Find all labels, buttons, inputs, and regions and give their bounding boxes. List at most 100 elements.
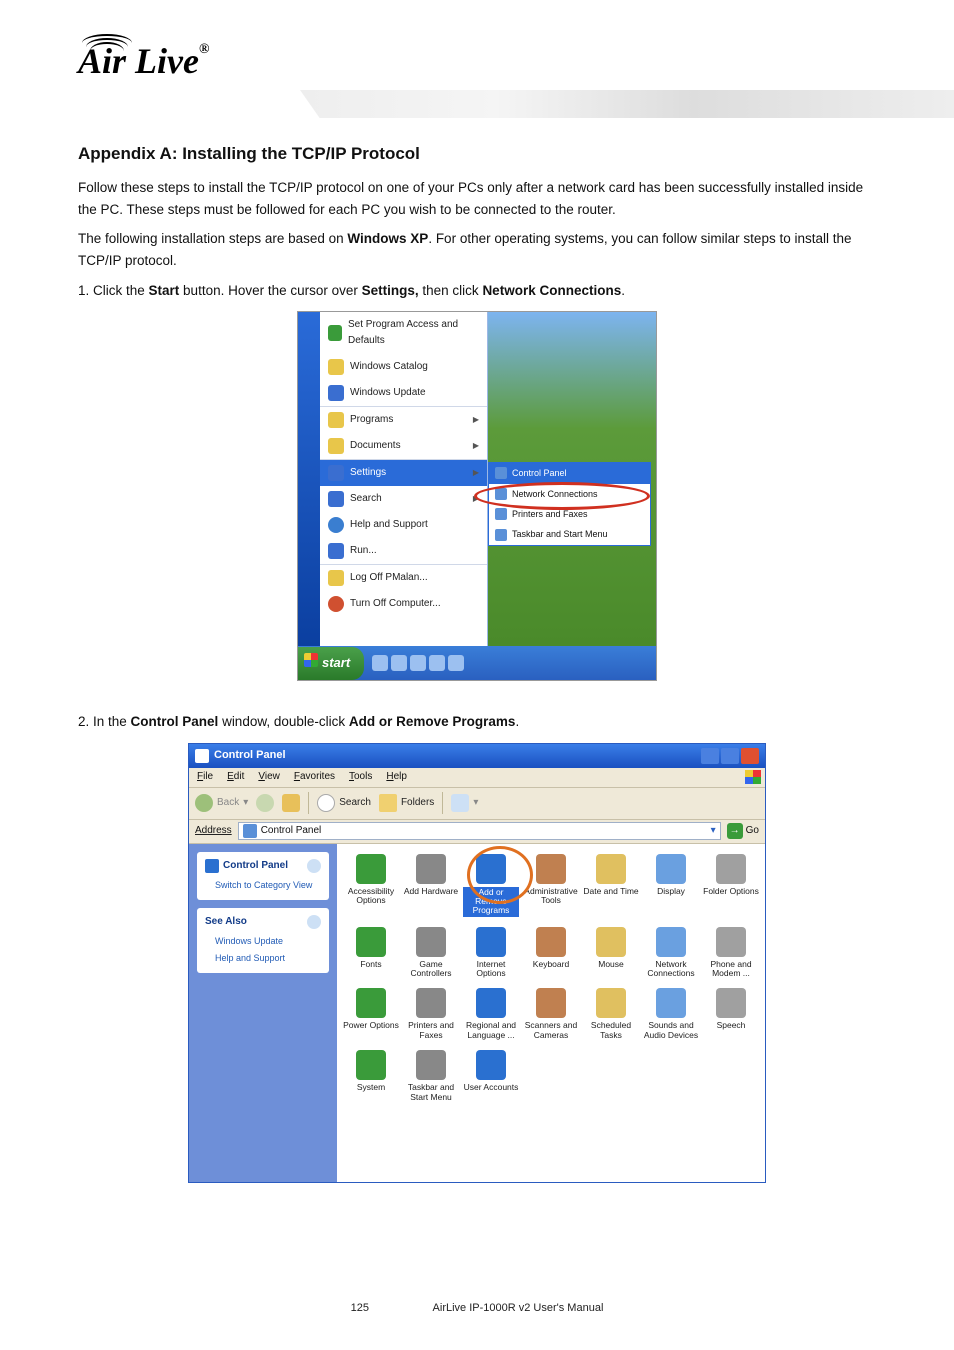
control-panel-item-icon: [536, 988, 566, 1018]
start-menu-item[interactable]: Windows Update: [320, 380, 487, 406]
back-label: Back: [217, 795, 239, 811]
icon-row: Power OptionsPrinters and FaxesRegional …: [343, 988, 759, 1040]
submenu-item[interactable]: Printers and Faxes: [489, 504, 650, 524]
icon-row: FontsGame ControllersInternet OptionsKey…: [343, 927, 759, 979]
control-panel-item[interactable]: Accessibility Options: [343, 854, 399, 917]
menu-item-label: Search: [350, 491, 382, 507]
control-panel-item-label: Regional and Language ...: [463, 1021, 519, 1040]
views-button[interactable]: ▾: [451, 794, 478, 812]
menu-tools[interactable]: Tools: [349, 769, 372, 785]
submenu-item[interactable]: Control Panel: [489, 463, 650, 483]
control-panel-item[interactable]: Date and Time: [583, 854, 639, 917]
control-panel-item[interactable]: Phone and Modem ...: [703, 927, 759, 979]
submenu-item-label: Control Panel: [512, 466, 567, 480]
menu-file[interactable]: File: [197, 769, 213, 785]
menu-edit[interactable]: Edit: [227, 769, 244, 785]
control-panel-item[interactable]: Add or Remove Programs: [463, 854, 519, 917]
control-panel-item-label: Display: [643, 887, 699, 896]
control-panel-item[interactable]: Fonts: [343, 927, 399, 979]
control-panel-item-icon: [416, 927, 446, 957]
control-panel-item[interactable]: Internet Options: [463, 927, 519, 979]
collapse-icon[interactable]: [307, 859, 321, 873]
control-panel-item[interactable]: Display: [643, 854, 699, 917]
start-menu-item[interactable]: Programs▶: [320, 406, 487, 433]
control-panel-item[interactable]: Taskbar and Start Menu: [403, 1050, 459, 1102]
folders-button[interactable]: Folders: [379, 794, 434, 812]
start-menu-item[interactable]: Help and Support: [320, 512, 487, 538]
start-menu-item[interactable]: Windows Catalog: [320, 354, 487, 380]
submenu-item-label: Printers and Faxes: [512, 507, 588, 521]
start-menu-item[interactable]: Search ▶: [320, 486, 487, 512]
tray-icon[interactable]: [448, 655, 464, 671]
start-menu-item[interactable]: Settings▶: [320, 459, 487, 486]
forward-button[interactable]: [256, 794, 274, 812]
help-support-link[interactable]: Help and Support: [215, 951, 321, 965]
control-panel-item[interactable]: Speech: [703, 988, 759, 1040]
s1f: Network Connections: [482, 283, 621, 298]
submenu-arrow-icon: ▶: [473, 493, 479, 506]
windows-update-link[interactable]: Windows Update: [215, 934, 321, 948]
control-panel-item-icon: [716, 854, 746, 884]
tray-icon[interactable]: [372, 655, 388, 671]
back-button[interactable]: Back ▾: [195, 794, 248, 812]
control-panel-item[interactable]: Printers and Faxes: [403, 988, 459, 1040]
window-body: Control Panel Switch to Category View Se…: [189, 844, 765, 1182]
start-menu-item[interactable]: Turn Off Computer...: [320, 591, 487, 617]
control-panel-item-label: Speech: [703, 1021, 759, 1030]
page-footer: 125 AirLive IP-1000R v2 User's Manual: [0, 1302, 954, 1314]
address-dropdown[interactable]: ▾: [711, 823, 716, 839]
menu-help[interactable]: Help: [386, 769, 407, 785]
s2e: .: [515, 714, 519, 729]
control-panel-item[interactable]: Mouse: [583, 927, 639, 979]
search-button[interactable]: Search: [317, 794, 371, 812]
page-content: Appendix A: Installing the TCP/IP Protoc…: [0, 120, 954, 1183]
menu-favorites[interactable]: Favorites: [294, 769, 335, 785]
start-menu-item[interactable]: Run...: [320, 538, 487, 564]
switch-category-link[interactable]: Switch to Category View: [215, 878, 321, 892]
control-panel-item[interactable]: Sounds and Audio Devices: [643, 988, 699, 1040]
tray-icon[interactable]: [410, 655, 426, 671]
up-button[interactable]: [282, 794, 300, 812]
logo-registered: ®: [199, 42, 209, 57]
control-panel-item[interactable]: Keyboard: [523, 927, 579, 979]
control-panel-item-label: Printers and Faxes: [403, 1021, 459, 1040]
menu-view[interactable]: View: [258, 769, 280, 785]
back-icon: [195, 794, 213, 812]
start-menu-item[interactable]: Documents▶: [320, 433, 487, 459]
control-panel-item[interactable]: User Accounts: [463, 1050, 519, 1102]
brand-logo: Air Live®: [78, 40, 209, 82]
minimize-button[interactable]: [701, 748, 719, 764]
control-panel-item-icon: [356, 927, 386, 957]
control-panel-item[interactable]: Add Hardware: [403, 854, 459, 917]
control-panel-item[interactable]: Scanners and Cameras: [523, 988, 579, 1040]
control-panel-item[interactable]: Scheduled Tasks: [583, 988, 639, 1040]
s1b: Start: [149, 283, 180, 298]
maximize-button[interactable]: [721, 748, 739, 764]
control-panel-item[interactable]: Power Options: [343, 988, 399, 1040]
close-button[interactable]: [741, 748, 759, 764]
product-name: AirLive IP-1000R v2 User's Manual: [433, 1302, 604, 1314]
tray-icon[interactable]: [429, 655, 445, 671]
menu-item-icon: [328, 359, 344, 375]
collapse-icon[interactable]: [307, 915, 321, 929]
control-panel-item-icon: [716, 988, 746, 1018]
start-button[interactable]: start: [298, 647, 364, 680]
submenu-item[interactable]: Network Connections: [489, 484, 650, 504]
toolbar: Back ▾ Search Folders ▾: [189, 788, 765, 820]
control-panel-item-label: Sounds and Audio Devices: [643, 1021, 699, 1040]
control-panel-item[interactable]: Network Connections: [643, 927, 699, 979]
submenu-item[interactable]: Taskbar and Start Menu: [489, 524, 650, 544]
icon-area: Accessibility OptionsAdd HardwareAdd or …: [337, 844, 765, 1182]
tray-icon[interactable]: [391, 655, 407, 671]
control-panel-item[interactable]: System: [343, 1050, 399, 1102]
start-menu-item[interactable]: Log Off PMalan...: [320, 564, 487, 591]
control-panel-item[interactable]: Regional and Language ...: [463, 988, 519, 1040]
menu-item-label: Programs: [350, 412, 393, 428]
control-panel-item[interactable]: Administrative Tools: [523, 854, 579, 917]
control-panel-item[interactable]: Folder Options: [703, 854, 759, 917]
start-menu-item[interactable]: Set Program Access and Defaults: [320, 312, 487, 354]
go-button[interactable]: Go: [727, 823, 759, 839]
header-stripe: [300, 90, 954, 118]
address-field[interactable]: Control Panel ▾: [238, 822, 721, 840]
control-panel-item[interactable]: Game Controllers: [403, 927, 459, 979]
